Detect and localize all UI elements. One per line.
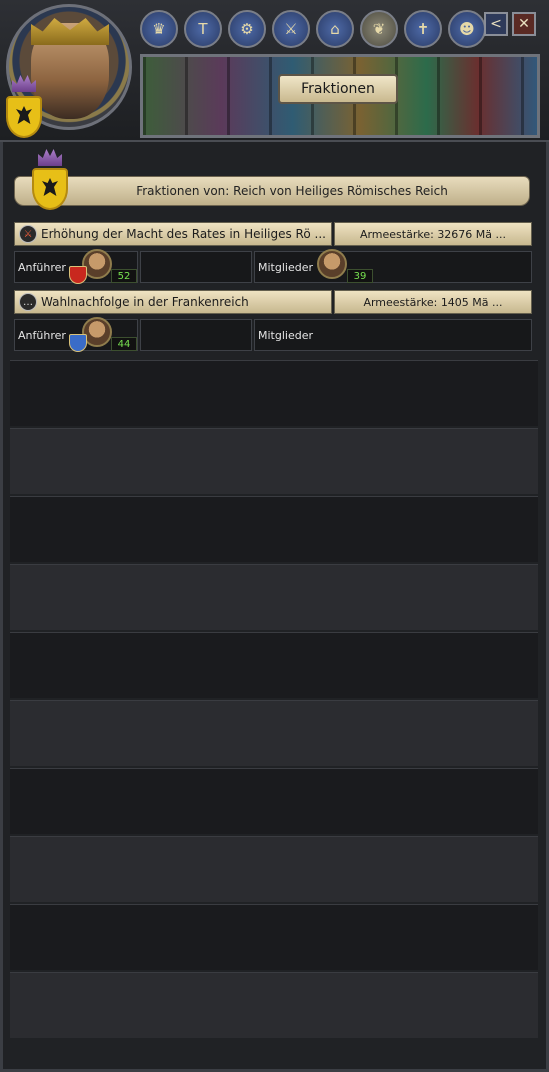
leader-label: Anführer (18, 328, 66, 342)
empty-list-row (10, 564, 538, 630)
tab-sword-icon[interactable]: ⚔ (272, 10, 310, 48)
sword-icon: ⚔ (19, 225, 37, 243)
tab-people-icon[interactable]: ☻ (448, 10, 486, 48)
faction-body: Anführer 52 Mitglieder 39 (14, 249, 532, 284)
tab-crown-icon[interactable]: ♛ (140, 10, 178, 48)
empty-list-row (10, 836, 538, 902)
tab-faction-icon[interactable]: ❦ (360, 10, 398, 48)
members-cell: Mitglieder (254, 319, 532, 351)
faction-army-strength: Armeestärke: 32676 Mä ... (334, 222, 532, 246)
empty-cell (140, 319, 252, 351)
faction-body: Anführer 44 Mitglieder (14, 317, 532, 352)
faction-army-strength: Armeestärke: 1405 Mä ... (334, 290, 532, 314)
tab-bar: ♛ T ⚙ ⚔ ⌂ ❦ ✝ ☻ (140, 10, 486, 48)
faction-name-cell[interactable]: … Wahlnachfolge in der Frankenreich (14, 290, 332, 314)
tab-cross-icon[interactable]: ✝ (404, 10, 442, 48)
realm-coat-of-arms[interactable] (6, 96, 42, 138)
members-count: 39 (347, 269, 373, 283)
leader-cell: Anführer 44 (14, 317, 138, 352)
empty-list-row (10, 972, 538, 1038)
empty-list-row (10, 496, 538, 562)
speech-icon: … (19, 293, 37, 311)
empty-list-row (10, 360, 538, 426)
tab-hammer-icon[interactable]: T (184, 10, 222, 48)
empty-list-row (10, 632, 538, 698)
empty-cell (140, 251, 252, 283)
faction-name: Wahlnachfolge in der Frankenreich (41, 295, 249, 309)
leader-cell: Anführer 52 (14, 249, 138, 284)
empty-list-row (10, 700, 538, 766)
tab-gear-icon[interactable]: ⚙ (228, 10, 266, 48)
leader-label: Anführer (18, 260, 66, 274)
leader-coat-of-arms[interactable] (69, 334, 87, 352)
empty-list-row (10, 428, 538, 494)
page-title: Fraktionen (278, 74, 398, 104)
close-button[interactable]: ✕ (512, 12, 536, 36)
empty-list-row (10, 904, 538, 970)
members-cell: Mitglieder 39 (254, 249, 532, 283)
members-label: Mitglieder (258, 328, 313, 342)
faction-header[interactable]: ⚔ Erhöhung der Macht des Rates in Heilig… (14, 222, 532, 246)
back-button[interactable]: < (484, 12, 508, 36)
members-label: Mitglieder (258, 260, 313, 274)
leader-count: 44 (111, 337, 137, 351)
realm-banner: Fraktionen von: Reich von Heiliges Römis… (14, 176, 530, 206)
tab-scroll-icon[interactable]: ⌂ (316, 10, 354, 48)
window-header: ♛ T ⚙ ⚔ ⌂ ❦ ✝ ☻ < ✕ Fraktionen (0, 0, 549, 142)
banner-coat-of-arms[interactable] (32, 168, 68, 210)
leader-coat-of-arms[interactable] (69, 266, 87, 284)
faction-name-cell[interactable]: ⚔ Erhöhung der Macht des Rates in Heilig… (14, 222, 332, 246)
faction-name: Erhöhung der Macht des Rates in Heiliges… (41, 227, 326, 241)
empty-list-row (10, 768, 538, 834)
stained-glass-header: Fraktionen (140, 54, 540, 138)
member-avatar[interactable] (317, 249, 347, 279)
leader-count: 52 (111, 269, 137, 283)
faction-header[interactable]: … Wahlnachfolge in der Frankenreich Arme… (14, 290, 532, 314)
